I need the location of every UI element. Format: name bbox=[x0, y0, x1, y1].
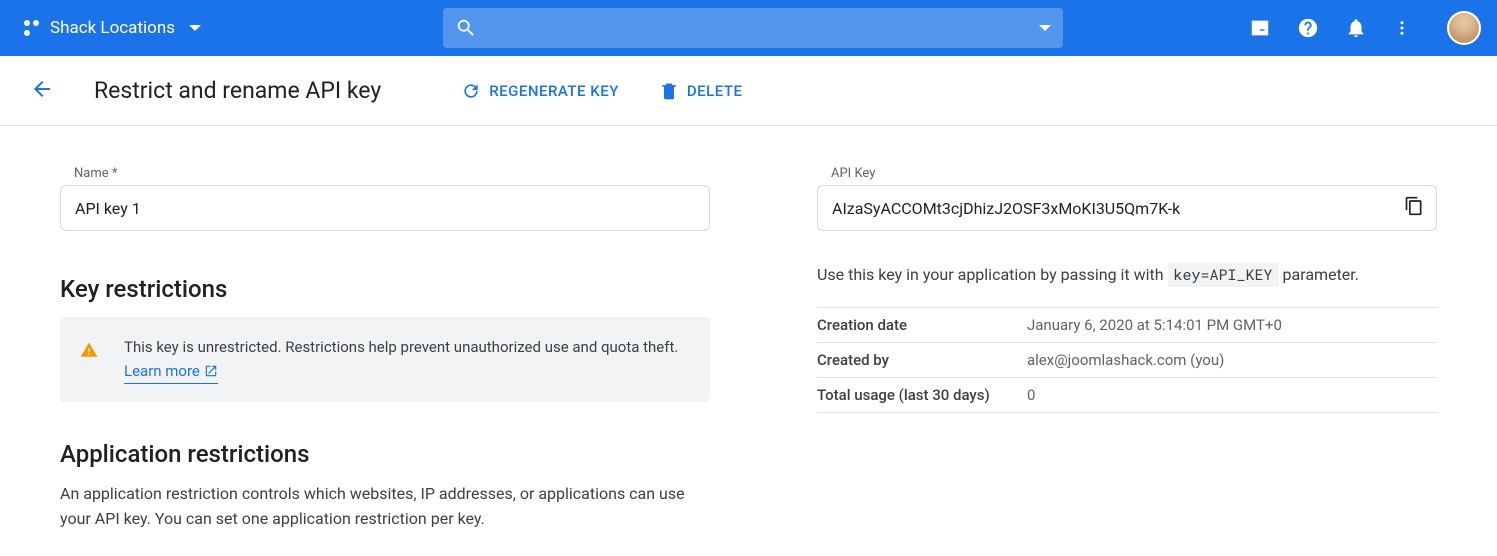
topbar-icons bbox=[1249, 11, 1481, 45]
meta-label: Total usage (last 30 days) bbox=[817, 378, 1027, 413]
warning-icon bbox=[80, 341, 98, 359]
copy-icon bbox=[1404, 196, 1424, 216]
meta-label: Created by bbox=[817, 343, 1027, 378]
back-button[interactable] bbox=[30, 77, 54, 105]
open-in-new-icon bbox=[204, 364, 218, 378]
refresh-icon bbox=[461, 81, 481, 101]
table-row: Created byalex@joomlashack.com (you) bbox=[817, 343, 1437, 378]
meta-label: Creation date bbox=[817, 308, 1027, 343]
warning-text: This key is unrestricted. Restrictions h… bbox=[124, 338, 678, 356]
top-header: Shack Locations bbox=[0, 0, 1497, 56]
search-box[interactable] bbox=[443, 8, 1063, 48]
project-picker[interactable]: Shack Locations bbox=[16, 14, 209, 42]
api-key-value: AIzaSyACCOMt3cjDhizJ2OSF3xMoKI3U5Qm7K-k bbox=[832, 199, 1180, 218]
arrow-back-icon bbox=[30, 77, 54, 101]
right-column: API Key AIzaSyACCOMt3cjDhizJ2OSF3xMoKI3U… bbox=[817, 166, 1437, 532]
meta-value: alex@joomlashack.com (you) bbox=[1027, 343, 1437, 378]
learn-more-label: Learn more bbox=[124, 359, 200, 383]
notifications-icon[interactable] bbox=[1345, 17, 1367, 39]
trash-icon bbox=[659, 81, 679, 101]
api-key-display: AIzaSyACCOMt3cjDhizJ2OSF3xMoKI3U5Qm7K-k bbox=[817, 185, 1437, 231]
table-row: Creation dateJanuary 6, 2020 at 5:14:01 … bbox=[817, 308, 1437, 343]
app-restrictions-title: Application restrictions bbox=[60, 440, 710, 468]
search-icon bbox=[455, 17, 477, 39]
chevron-down-icon bbox=[189, 25, 201, 31]
delete-label: DELETE bbox=[687, 82, 743, 100]
org-icon bbox=[24, 20, 40, 36]
copy-button[interactable] bbox=[1404, 196, 1424, 220]
left-column: Name * Key restrictions This key is unre… bbox=[60, 166, 710, 532]
regenerate-key-label: REGENERATE KEY bbox=[489, 82, 619, 100]
warning-box: This key is unrestricted. Restrictions h… bbox=[60, 317, 710, 402]
chevron-down-icon bbox=[1039, 25, 1051, 31]
delete-button[interactable]: DELETE bbox=[659, 81, 743, 101]
hint-code: key=API_KEY bbox=[1168, 263, 1279, 287]
hint-suffix: parameter. bbox=[1279, 265, 1359, 284]
hint-prefix: Use this key in your application by pass… bbox=[817, 265, 1168, 284]
help-icon[interactable] bbox=[1297, 17, 1319, 39]
more-vert-icon[interactable] bbox=[1393, 17, 1411, 39]
page-title: Restrict and rename API key bbox=[94, 77, 381, 104]
cloud-shell-icon[interactable] bbox=[1249, 17, 1271, 39]
project-name: Shack Locations bbox=[50, 18, 175, 38]
meta-table: Creation dateJanuary 6, 2020 at 5:14:01 … bbox=[817, 307, 1437, 413]
name-label: Name * bbox=[74, 166, 710, 181]
page-bar: Restrict and rename API key REGENERATE K… bbox=[0, 56, 1497, 126]
regenerate-key-button[interactable]: REGENERATE KEY bbox=[461, 81, 619, 101]
main-content: Name * Key restrictions This key is unre… bbox=[0, 126, 1497, 532]
warning-text-wrap: This key is unrestricted. Restrictions h… bbox=[124, 335, 690, 384]
meta-value: January 6, 2020 at 5:14:01 PM GMT+0 bbox=[1027, 308, 1437, 343]
table-row: Total usage (last 30 days)0 bbox=[817, 378, 1437, 413]
meta-value: 0 bbox=[1027, 378, 1437, 413]
hint-text: Use this key in your application by pass… bbox=[817, 265, 1437, 285]
name-input[interactable] bbox=[60, 185, 710, 231]
avatar[interactable] bbox=[1447, 11, 1481, 45]
app-restrictions-desc: An application restriction controls whic… bbox=[60, 482, 710, 532]
api-key-label: API Key bbox=[831, 166, 1437, 181]
key-restrictions-title: Key restrictions bbox=[60, 275, 710, 303]
learn-more-link[interactable]: Learn more bbox=[124, 359, 218, 384]
